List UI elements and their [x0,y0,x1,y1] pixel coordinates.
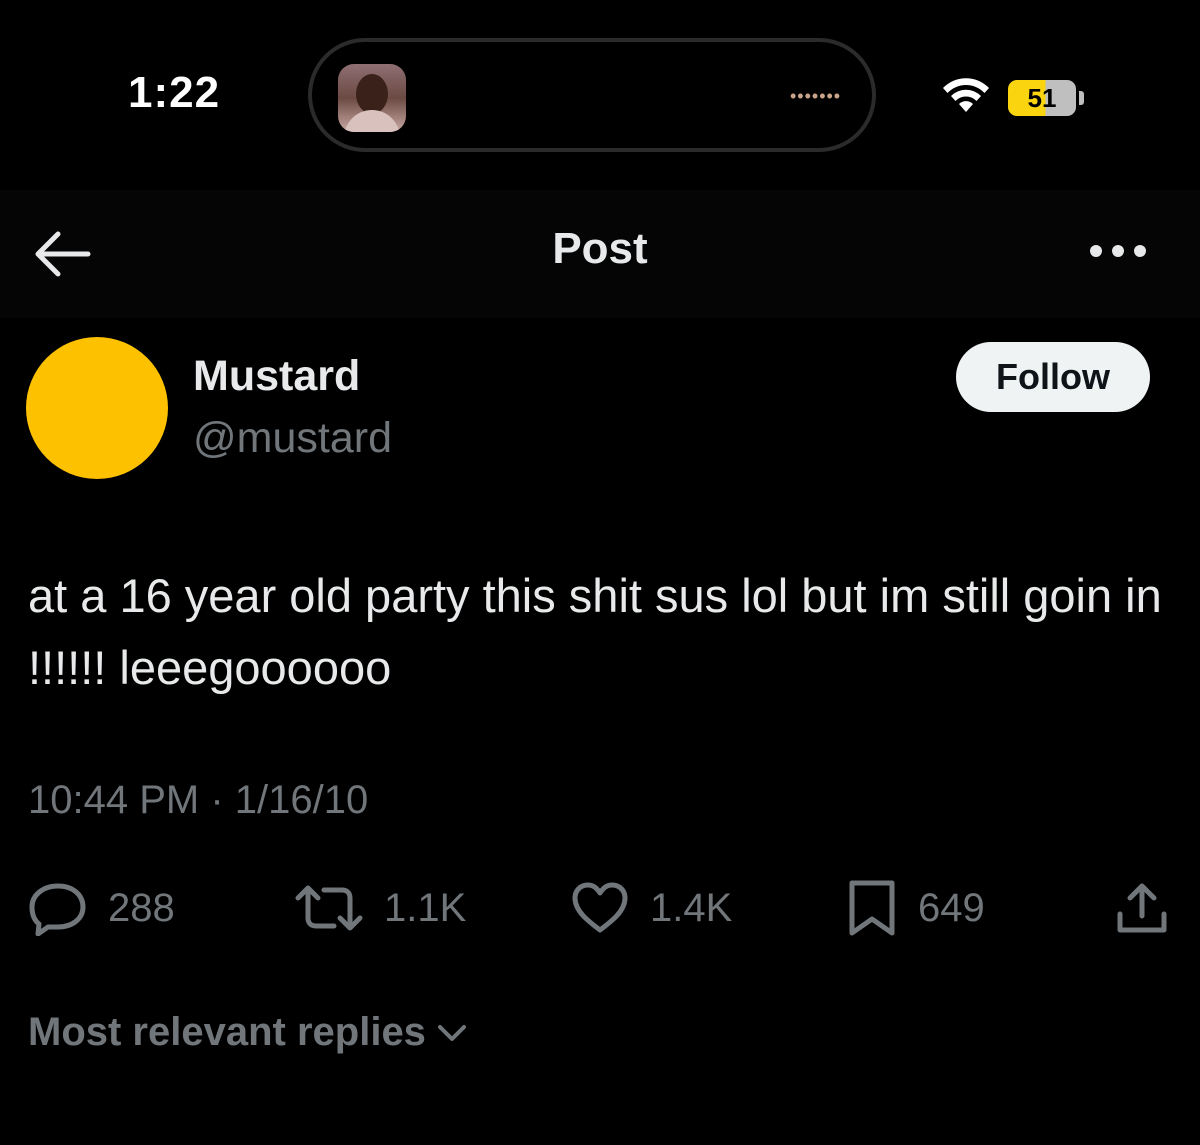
author-avatar[interactable] [26,337,168,479]
like-icon [572,882,628,933]
chevron-down-icon [437,1024,466,1041]
more-icon[interactable] [1088,236,1148,266]
status-time: 1:22 [128,68,221,117]
follow-button[interactable]: Follow [956,342,1150,412]
share-button[interactable] [1112,878,1172,938]
author-handle[interactable]: @mustard [193,414,392,463]
status-bar: 1:22 ••••••• 51 [0,0,1200,190]
battery-tip [1079,91,1084,105]
reply-icon [29,883,86,936]
bookmark-icon [849,880,895,936]
bookmark-count: 649 [918,885,985,930]
repost-icon [295,885,363,931]
author-display-name[interactable]: Mustard [193,352,360,401]
top-nav-bar: Post [0,190,1200,318]
battery-icon: 51 [1008,80,1076,116]
like-button[interactable]: 1.4K [570,878,732,938]
share-icon [1117,883,1167,933]
replies-sort-label: Most relevant replies [28,1010,426,1054]
wifi-icon [943,78,989,112]
reply-button[interactable]: 288 [28,878,175,938]
like-count: 1.4K [650,885,733,930]
post-timestamp[interactable]: 10:44 PM · 1/16/10 [28,778,368,823]
bookmark-button[interactable]: 649 [846,878,985,938]
island-indicator: ••••••• [790,86,842,106]
dynamic-island[interactable]: ••••••• [308,38,876,152]
post-text: at a 16 year old party this shit sus lol… [28,569,1162,694]
repost-button[interactable]: 1.1K [294,878,466,938]
island-contact-avatar [338,64,406,132]
page-title: Post [552,224,648,273]
replies-sort-dropdown[interactable]: Most relevant replies [28,1010,470,1055]
reply-count: 288 [108,885,175,930]
repost-count: 1.1K [384,885,467,930]
